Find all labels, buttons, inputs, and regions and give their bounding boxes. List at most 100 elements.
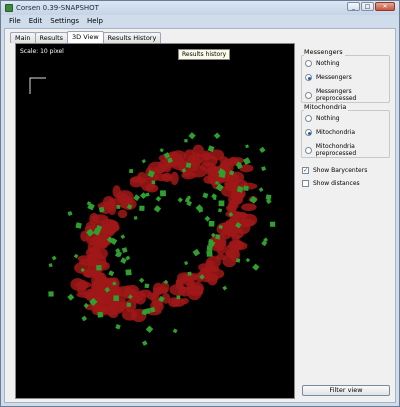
messenger-point [206,250,213,257]
messenger-point [98,206,105,213]
menu-help[interactable]: Help [83,16,107,27]
messenger-point [155,195,162,202]
mitochondria-blob [152,282,164,296]
mitochondria-blob [186,284,203,296]
mitochondria-blob [180,297,189,305]
messenger-point [270,221,276,227]
radio-selected-icon[interactable] [305,74,312,81]
mitochondria-option-mitochondria[interactable]: Mitochondria [305,129,355,136]
checkmark-icon[interactable]: ✓ [302,167,309,174]
mitochondria-blob [200,266,219,273]
tab-results-history[interactable]: Results History [102,32,162,43]
mitochondria-blob [225,204,236,212]
menu-bar: File Edit Settings Help [5,16,107,27]
mitochondria-option-nothing[interactable]: Nothing [305,115,340,122]
messengers-option-nothing[interactable]: Nothing [305,60,340,67]
messenger-point [120,257,127,265]
tab-main[interactable]: Main [10,32,36,43]
messenger-point [208,220,215,227]
menu-settings[interactable]: Settings [46,16,83,27]
mitochondria-blob [222,255,237,268]
app-window: Corsen 0.39-SNAPSHOT _ □ ✕ File Edit Set… [0,0,400,407]
messenger-point [252,263,260,271]
messenger-point [113,295,119,301]
messenger-point [187,271,192,276]
messengers-option-preprocessed[interactable]: Messengers preprocessed [305,88,393,102]
messenger-point [259,146,266,154]
messengers-option-messengers[interactable]: Messengers [305,74,352,81]
mitochondria-blob [117,209,128,219]
messenger-point [245,257,251,263]
messenger-point [215,181,219,185]
messenger-point [115,324,121,330]
messenger-point [217,208,223,213]
messenger-point [243,185,249,191]
show-barycenters-checkbox[interactable]: ✓ Show Barycenters [302,167,367,174]
tab-bar: Main Results 3D View Results History [10,31,162,43]
messenger-point [185,162,192,168]
messenger-point [159,148,164,153]
checkbox-icon[interactable] [302,180,309,187]
mitochondria-group-title: Mitochondria [304,103,349,111]
messenger-point [140,192,147,199]
maximize-button[interactable]: □ [361,2,374,11]
tab-results[interactable]: Results [34,32,69,43]
title-bar[interactable]: Corsen 0.39-SNAPSHOT _ □ ✕ [1,1,399,15]
messenger-point [126,302,131,307]
minimize-button[interactable]: _ [347,2,360,11]
messenger-point [151,180,156,185]
messenger-point [48,263,53,268]
messenger-point [75,222,82,229]
mitochondria-blob [108,310,119,319]
3d-view-canvas[interactable]: Scale: 10 pixel Results history [15,43,295,399]
close-button[interactable]: ✕ [375,2,395,11]
mitochondria-blob [228,181,238,192]
mitochondria-blob [91,214,109,224]
messenger-point [120,234,126,240]
mitochondria-blob [76,291,95,298]
mitochondria-option-preprocessed[interactable]: Mitochondria preprocessed [305,143,393,157]
window-title: Corsen 0.39-SNAPSHOT [16,4,99,12]
messenger-point [67,210,73,217]
messenger-point [159,190,167,197]
mitochondria-blob [241,213,258,227]
mitochondria-blob [77,255,92,262]
radio-icon[interactable] [305,115,312,122]
messenger-point [245,144,249,149]
messenger-point [81,315,88,322]
mitochondria-blob [189,165,208,178]
tab-3d-view[interactable]: 3D View [67,31,104,43]
messenger-point [121,247,128,253]
mitochondria-blob [231,234,241,241]
messenger-point [96,265,102,271]
mitochondria-blob [106,223,120,233]
radio-icon[interactable] [305,60,312,67]
3d-render[interactable] [16,44,295,399]
messenger-point [265,194,272,201]
messenger-point [188,132,196,140]
messenger-point [235,258,241,263]
mitochondria-blob [82,269,99,278]
messengers-group-title: Messengers [304,48,345,56]
main-content: Main Results 3D View Results History Sca… [4,28,396,403]
menu-file[interactable]: File [5,16,25,27]
show-distances-checkbox[interactable]: Show distances [302,180,360,187]
messenger-point [204,215,211,222]
mitochondria-blob [125,284,140,298]
axis-corner-marker [29,77,46,94]
messenger-point [172,328,178,334]
messenger-point [116,205,121,209]
messenger-point [125,269,132,276]
mitochondria-blob [129,177,143,188]
messenger-point [144,283,150,289]
messenger-point [108,270,115,277]
menu-edit[interactable]: Edit [25,16,47,27]
filter-view-button[interactable]: Filter view [302,385,390,396]
radio-icon[interactable] [305,146,312,154]
messenger-point [138,277,145,284]
messenger-point [97,311,104,318]
radio-icon[interactable] [305,91,312,99]
radio-selected-icon[interactable] [305,129,312,136]
messenger-point [153,205,162,213]
mitochondria-blob [170,150,187,163]
